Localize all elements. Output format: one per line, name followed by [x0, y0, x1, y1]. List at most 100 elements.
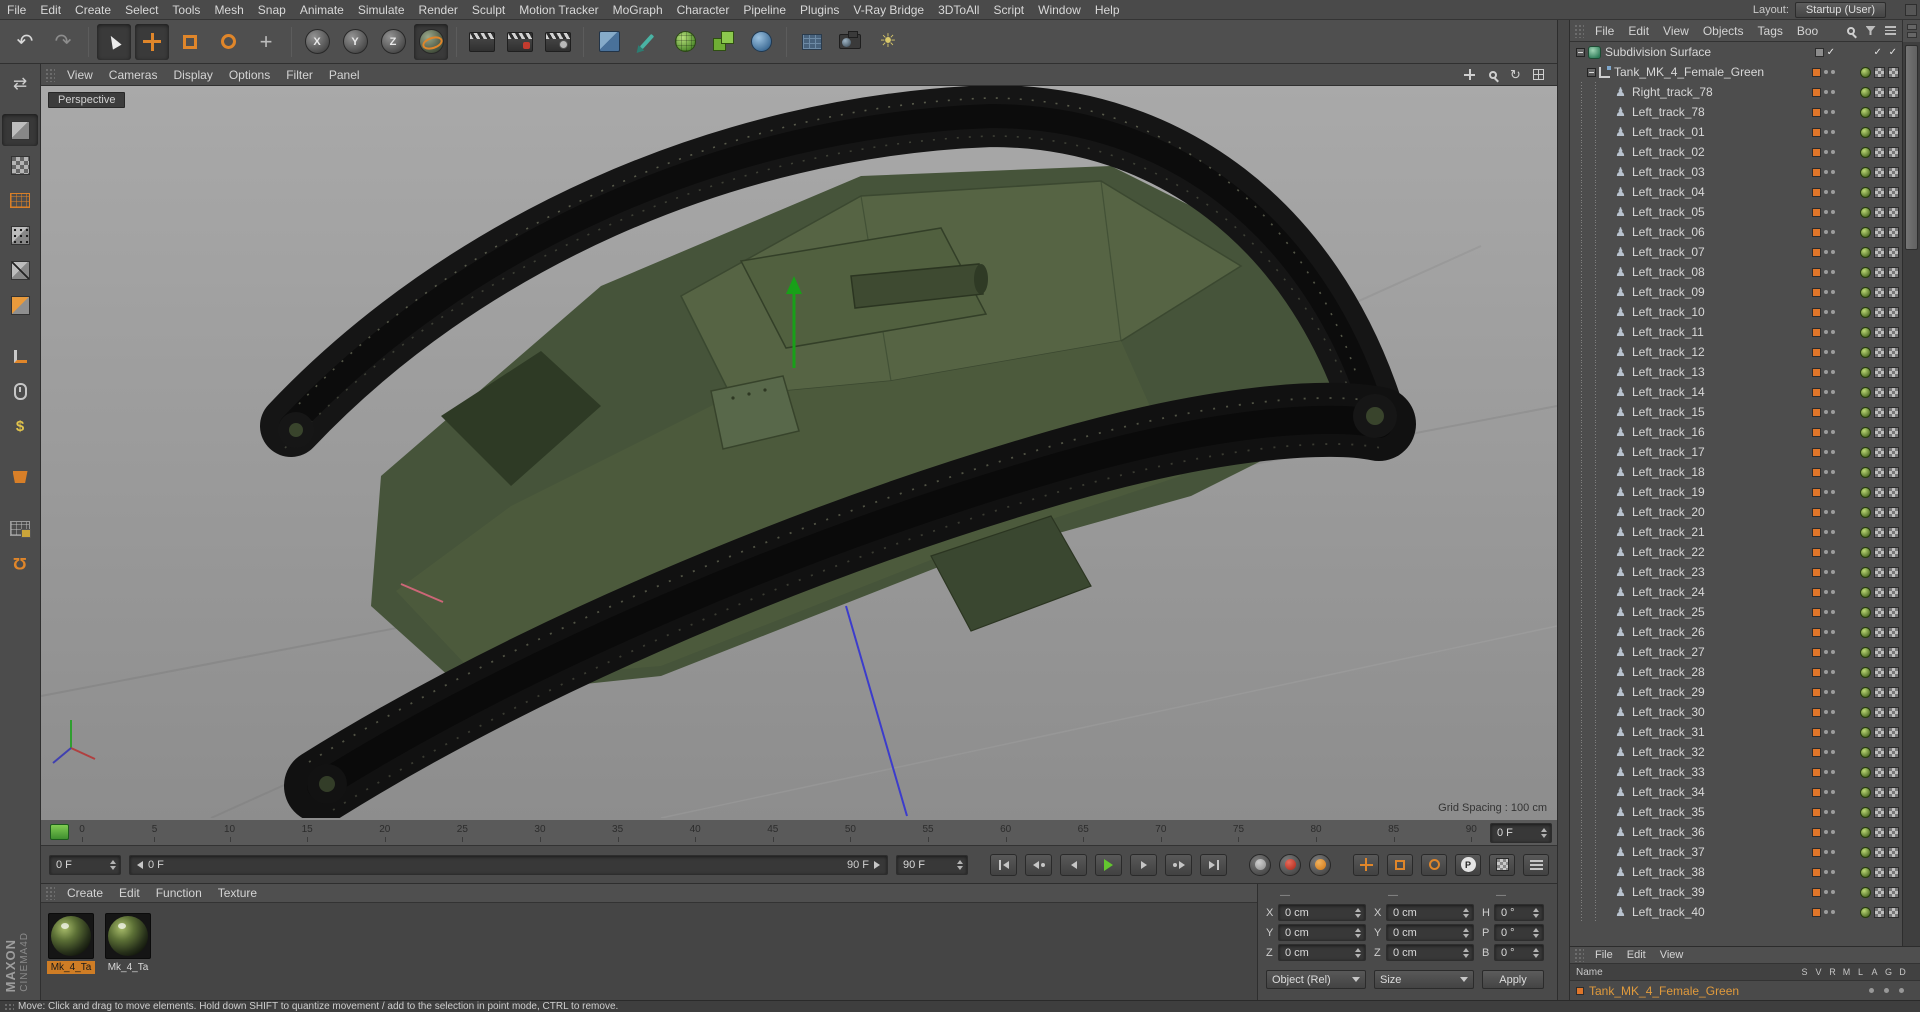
timeline-ruler[interactable]: 0 5 10 15 20 25 30 35 40 45 50 55 60 65 70 75 80 85 90 0 F — [41, 820, 1557, 846]
phong-tag-icon[interactable] — [1888, 186, 1899, 198]
material-tag-icon[interactable] — [1860, 66, 1871, 78]
material-item[interactable]: Mk_4_Ta — [104, 913, 152, 974]
next-frame-button[interactable] — [1130, 853, 1157, 876]
phong-tag-icon[interactable] — [1888, 686, 1899, 698]
key-parameter-toggle[interactable]: P — [1455, 853, 1481, 876]
uvw-tag-icon[interactable] — [1874, 666, 1885, 678]
tree-row[interactable]: Left_track_36 ✓ — [1570, 822, 1902, 842]
material-tag-icon[interactable] — [1860, 286, 1871, 298]
editor-visibility-dot[interactable] — [1824, 350, 1828, 354]
layer-toggle-dots[interactable] — [1869, 988, 1914, 993]
editor-visibility-dot[interactable] — [1824, 570, 1828, 574]
uvw-tag-icon[interactable] — [1874, 626, 1885, 638]
tree-row[interactable]: Left_track_31 ✓ — [1570, 722, 1902, 742]
object-label[interactable]: Left_track_24 — [1632, 585, 1705, 599]
editor-visibility-dot[interactable] — [1824, 210, 1828, 214]
expand-toggle-icon[interactable] — [1587, 67, 1596, 77]
layer-color-chip[interactable] — [1812, 607, 1821, 617]
size-header[interactable]: — — [1374, 890, 1474, 901]
uvw-tag-icon[interactable] — [1874, 606, 1885, 618]
object-label[interactable]: Left_track_34 — [1632, 785, 1705, 799]
viewport-3d[interactable]: Perspective Grid Spacing : 100 cm — [41, 86, 1557, 820]
material-menu-item[interactable]: Texture — [210, 884, 265, 903]
tree-row[interactable]: Left_track_32 ✓ — [1570, 742, 1902, 762]
phong-tag-icon[interactable] — [1888, 306, 1899, 318]
layer-row[interactable]: Tank_MK_4_Female_Green — [1570, 981, 1920, 1000]
uvw-tag-icon[interactable] — [1874, 326, 1885, 338]
points-mode-button[interactable] — [2, 219, 38, 251]
render-visibility-dot[interactable] — [1831, 610, 1835, 614]
editor-visibility-dot[interactable] — [1824, 850, 1828, 854]
object-label[interactable]: Left_track_11 — [1632, 325, 1704, 339]
layer-color-chip[interactable] — [1812, 507, 1821, 517]
render-visibility-dot[interactable] — [1831, 490, 1835, 494]
layer-column-letter[interactable]: G — [1883, 967, 1894, 977]
zoom-view-icon[interactable] — [1484, 67, 1501, 82]
rotation-field[interactable]: 0 ° — [1494, 924, 1544, 941]
material-tag-icon[interactable] — [1860, 826, 1871, 838]
layer-color-chip[interactable] — [1812, 627, 1821, 637]
render-visibility-dot[interactable] — [1831, 850, 1835, 854]
layer-column-letter[interactable]: D — [1897, 967, 1908, 977]
paint-tool-button[interactable] — [2, 461, 38, 493]
object-label[interactable]: Left_track_09 — [1632, 285, 1705, 299]
object-label[interactable]: Left_track_40 — [1632, 905, 1705, 919]
uvw-tag-icon[interactable] — [1874, 246, 1885, 258]
editor-visibility-dot[interactable] — [1824, 310, 1828, 314]
tree-row[interactable]: Left_track_10 ✓ — [1570, 302, 1902, 322]
render-visibility-dot[interactable] — [1831, 530, 1835, 534]
phong-tag-icon[interactable] — [1888, 646, 1899, 658]
phong-tag-icon[interactable] — [1888, 806, 1899, 818]
redo-icon[interactable]: ↷ — [46, 24, 80, 60]
tree-row[interactable]: Left_track_11 ✓ — [1570, 322, 1902, 342]
editor-visibility-dot[interactable] — [1824, 170, 1828, 174]
render-visibility-dot[interactable] — [1831, 690, 1835, 694]
tree-row[interactable]: Left_track_40 ✓ — [1570, 902, 1902, 922]
layer-color-chip[interactable] — [1812, 107, 1821, 117]
phong-tag-icon[interactable] — [1888, 166, 1899, 178]
range-end-handle[interactable] — [874, 860, 880, 869]
editor-visibility-dot[interactable] — [1824, 510, 1828, 514]
render-view-button[interactable] — [465, 24, 499, 60]
editor-visibility-dot[interactable] — [1824, 530, 1828, 534]
render-visibility-dot[interactable] — [1831, 750, 1835, 754]
material-tag-icon[interactable] — [1860, 886, 1871, 898]
editor-visibility-dot[interactable] — [1824, 90, 1828, 94]
layer-column-letter[interactable]: A — [1869, 967, 1880, 977]
render-visibility-dot[interactable] — [1831, 770, 1835, 774]
object-label[interactable]: Left_track_17 — [1632, 445, 1705, 459]
viewport-canvas[interactable] — [41, 86, 1557, 818]
layer-color-chip[interactable] — [1812, 907, 1821, 917]
phong-tag-icon[interactable] — [1888, 546, 1899, 558]
editor-visibility-dot[interactable] — [1824, 430, 1828, 434]
workplane-mode-button[interactable] — [2, 184, 38, 216]
object-label[interactable]: Left_track_05 — [1632, 205, 1705, 219]
position-field[interactable]: 0 cm — [1278, 944, 1366, 961]
menu-item[interactable]: Mesh — [207, 0, 250, 20]
phong-tag-icon[interactable] — [1888, 866, 1899, 878]
timeline-frame-field[interactable]: 0 F — [1490, 823, 1552, 843]
object-color-chip[interactable] — [1576, 986, 1584, 995]
menu-item[interactable]: 3DToAll — [931, 0, 986, 20]
object-label[interactable]: Left_track_30 — [1632, 705, 1705, 719]
menu-item[interactable]: Motion Tracker — [512, 0, 605, 20]
material-tag-icon[interactable] — [1860, 86, 1871, 98]
size-field[interactable]: 0 cm — [1386, 944, 1474, 961]
phong-tag-icon[interactable] — [1888, 906, 1899, 918]
phong-tag-icon[interactable] — [1888, 726, 1899, 738]
tree-row[interactable]: Left_track_35 ✓ — [1570, 802, 1902, 822]
tank-model[interactable] — [260, 86, 1416, 818]
material-tag-icon[interactable] — [1860, 486, 1871, 498]
render-visibility-dot[interactable] — [1831, 590, 1835, 594]
editor-visibility-dot[interactable] — [1824, 150, 1828, 154]
tree-row[interactable]: Left_track_13 ✓ — [1570, 362, 1902, 382]
selected-object-name[interactable]: Tank_MK_4_Female_Green — [1589, 984, 1739, 998]
object-manager-menu-item[interactable]: Boo — [1790, 20, 1825, 42]
object-label[interactable]: Left_track_07 — [1632, 245, 1705, 259]
live-selection-tool[interactable] — [97, 23, 131, 60]
material-menu-item[interactable]: Function — [148, 884, 210, 903]
layer-color-chip[interactable] — [1812, 167, 1821, 177]
material-tag-icon[interactable] — [1860, 626, 1871, 638]
material-tag-icon[interactable] — [1860, 346, 1871, 358]
tree-row[interactable]: Left_track_25 ✓ — [1570, 602, 1902, 622]
